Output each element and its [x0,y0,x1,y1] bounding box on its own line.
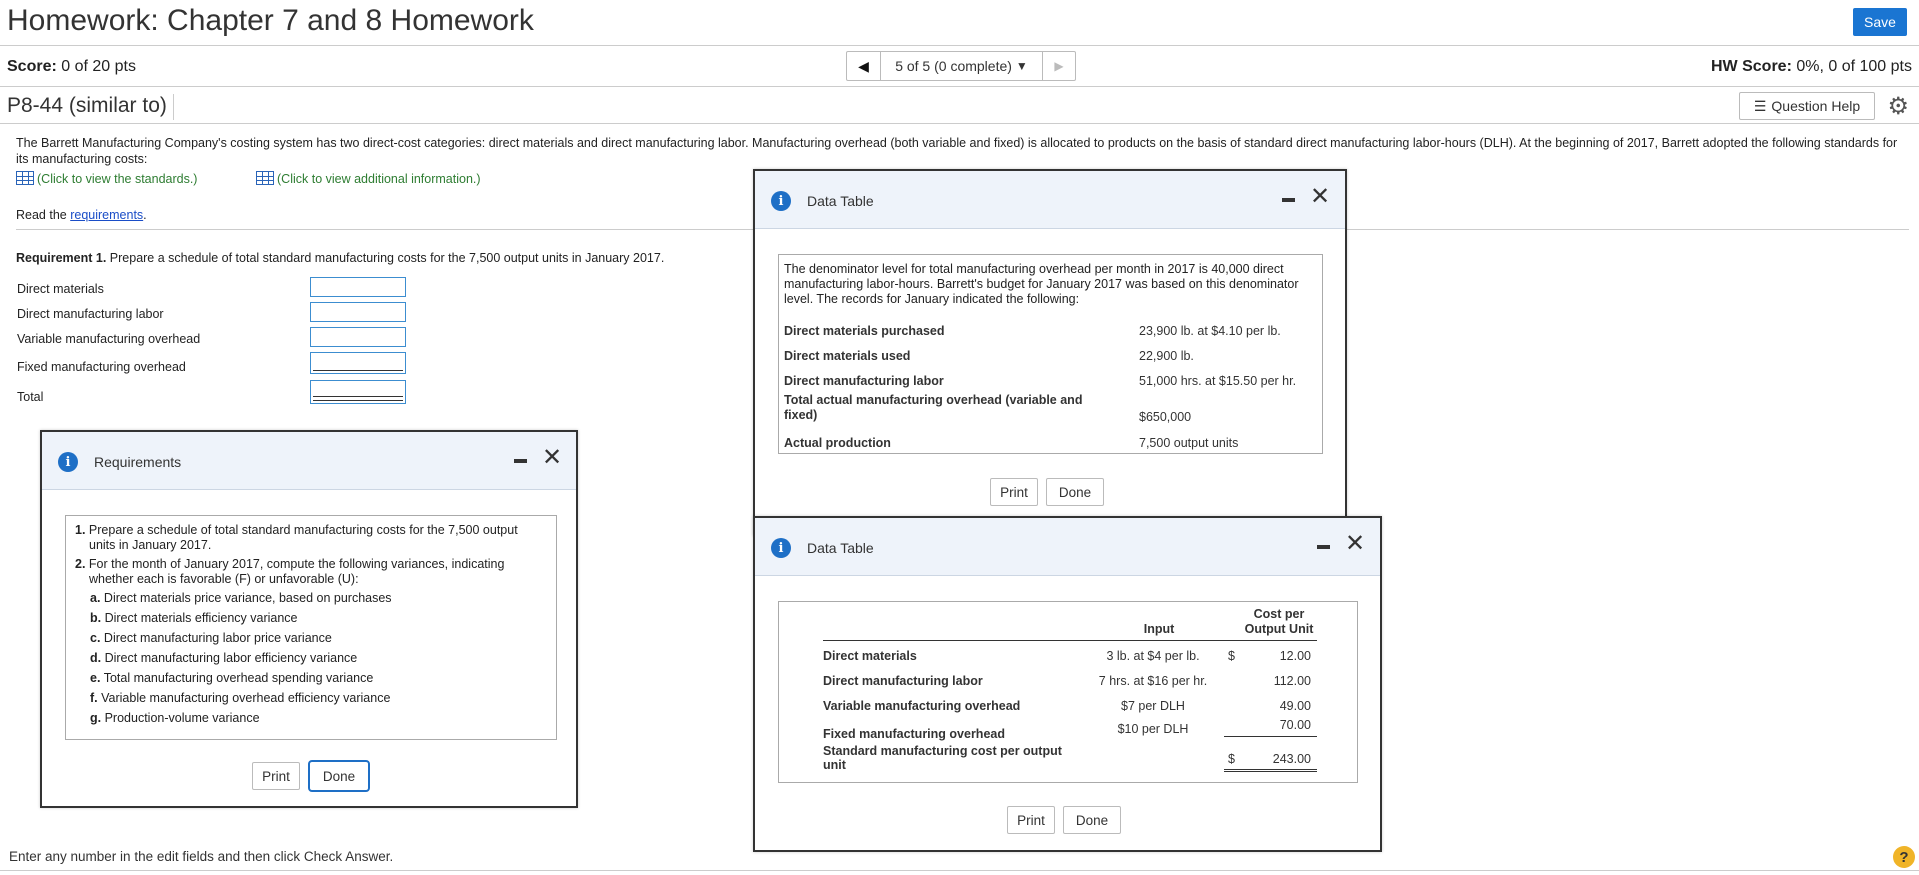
previous-question-button[interactable]: ◀ [847,52,881,80]
info-icon: i [771,538,791,558]
schedule-row-label: Fixed manufacturing overhead [17,360,186,374]
minimize-icon[interactable] [514,459,527,463]
done-button[interactable]: Done [1046,478,1104,506]
done-button[interactable]: Done [308,760,370,792]
total-input[interactable] [310,380,406,404]
column-header-cost: Cost per Output Unit [1244,607,1314,636]
data-table: The denominator level for total manufact… [778,254,1323,454]
question-selector-label: 5 of 5 (0 complete) [895,58,1012,74]
score-label: Score: [7,58,57,75]
subtotal-rule [1224,736,1317,737]
list-icon: ☰ [1753,97,1767,114]
triangle-left-icon: ◀ [858,57,869,74]
hw-score-label: HW Score: [1711,58,1792,75]
standards-table: Input Cost per Output Unit Direct materi… [778,601,1358,783]
score: Score: 0 of 20 pts [7,58,136,76]
variance-list: a. Direct materials price variance, base… [75,591,547,726]
standards-dialog: i Data Table ✕ Input Cost per Output Uni… [753,516,1382,852]
list-item: g. Production-volume variance [90,711,260,725]
fixed-overhead-input[interactable] [310,352,406,374]
close-icon[interactable]: ✕ [542,445,562,469]
footer-divider [0,870,1919,871]
schedule-row-label: Variable manufacturing overhead [17,332,201,346]
question-bar: P8-44 (similar to) ☰ Question Help ⚙ [0,88,1919,124]
header-rule [823,640,1317,641]
data-table-intro: The denominator level for total manufact… [784,262,1299,306]
requirements-list: 1. Prepare a schedule of total standard … [65,515,557,740]
question-navigator: ◀ 5 of 5 (0 complete) ▼ ▶ [846,51,1076,81]
requirements-dialog: i Requirements ✕ 1. Prepare a schedule o… [40,430,578,808]
column-header-input: Input [1143,622,1175,636]
table-row: Fixed manufacturing overhead $10 per DLH 7… [823,718,1311,741]
schedule-row-label: Total [17,390,44,404]
problem-intro: The Barrett Manufacturing Company's cost… [16,136,1898,166]
dialog-header: i Data Table ✕ [755,171,1345,229]
next-question-button[interactable]: ▶ [1043,52,1075,80]
table-icon [16,171,34,185]
triangle-right-icon: ▶ [1054,59,1064,73]
triangle-down-icon: ▼ [1015,59,1028,73]
save-button[interactable]: Save [1853,8,1907,36]
dialog-header: i Requirements ✕ [42,432,576,490]
help-icon[interactable]: ? [1893,846,1915,868]
close-icon[interactable]: ✕ [1310,184,1330,208]
requirements-link[interactable]: requirements [70,208,143,222]
schedule-row-label: Direct materials [17,282,104,296]
minimize-icon[interactable] [1282,198,1295,202]
additional-info-dialog: i Data Table ✕ The denominator level for… [753,169,1347,536]
table-row: Direct materials 3 lb. at $4 per lb. $12.0… [823,649,1311,663]
info-icon: i [58,452,78,472]
hw-score-value: 0%, 0 of 100 pts [1796,58,1912,75]
direct-materials-input[interactable] [310,277,406,297]
print-button[interactable]: Print [252,762,300,790]
dialog-title: Data Table [807,540,874,556]
list-item: a. Direct materials price variance, base… [90,591,392,605]
dialog-header: i Data Table ✕ [755,518,1380,576]
question-help-button[interactable]: ☰ Question Help [1739,92,1875,120]
hw-score: HW Score: 0%, 0 of 100 pts [1711,58,1912,76]
close-icon[interactable]: ✕ [1345,531,1365,555]
requirement-1-prompt: Requirement 1. Prepare a schedule of tot… [16,251,665,265]
top-bar: Homework: Chapter 7 and 8 Homework Save [0,0,1919,46]
dialog-title: Requirements [94,454,182,470]
additional-info-link[interactable]: (Click to view additional information.) [256,171,481,187]
question-id: P8-44 (similar to) [7,94,174,120]
done-button[interactable]: Done [1063,806,1121,834]
footer-hint: Enter any number in the edit fields and … [9,849,394,864]
print-button[interactable]: Print [990,478,1038,506]
score-value: 0 of 20 pts [61,58,136,75]
variable-overhead-input[interactable] [310,327,406,347]
homework-title: Homework: Chapter 7 and 8 Homework [7,4,534,37]
list-item: f. Variable manufacturing overhead effic… [90,691,391,705]
table-row: Variable manufacturing overhead $7 per DL… [823,699,1311,713]
list-item: c. Direct manufacturing labor price vari… [90,631,332,645]
dialog-title: Data Table [807,193,874,209]
list-item: 2. For the month of January 2017, comput… [75,557,505,586]
question-help-label: Question Help [1771,98,1861,114]
list-item: e. Total manufacturing overhead spending… [90,671,374,685]
table-row: Direct manufacturing labor 7 hrs. at $16 … [823,674,1311,688]
score-bar: Score: 0 of 20 pts ◀ 5 of 5 (0 complete)… [0,47,1919,87]
schedule-row-label: Direct manufacturing labor [17,307,164,321]
minimize-icon[interactable] [1317,545,1330,549]
total-double-rule [1224,769,1317,772]
list-item: 1. Prepare a schedule of total standard … [75,523,518,552]
table-icon [256,171,274,185]
print-button[interactable]: Print [1007,806,1055,834]
info-icon: i [771,191,791,211]
direct-labor-input[interactable] [310,302,406,322]
standards-link[interactable]: (Click to view the standards.) [16,171,197,187]
list-item: b. Direct materials efficiency variance [90,611,298,625]
question-selector-dropdown[interactable]: 5 of 5 (0 complete) ▼ [881,52,1043,80]
table-row: Standard manufacturing cost per output u… [823,744,1311,772]
gear-icon[interactable]: ⚙ [1887,92,1909,121]
list-item: d. Direct manufacturing labor efficiency… [90,651,358,665]
